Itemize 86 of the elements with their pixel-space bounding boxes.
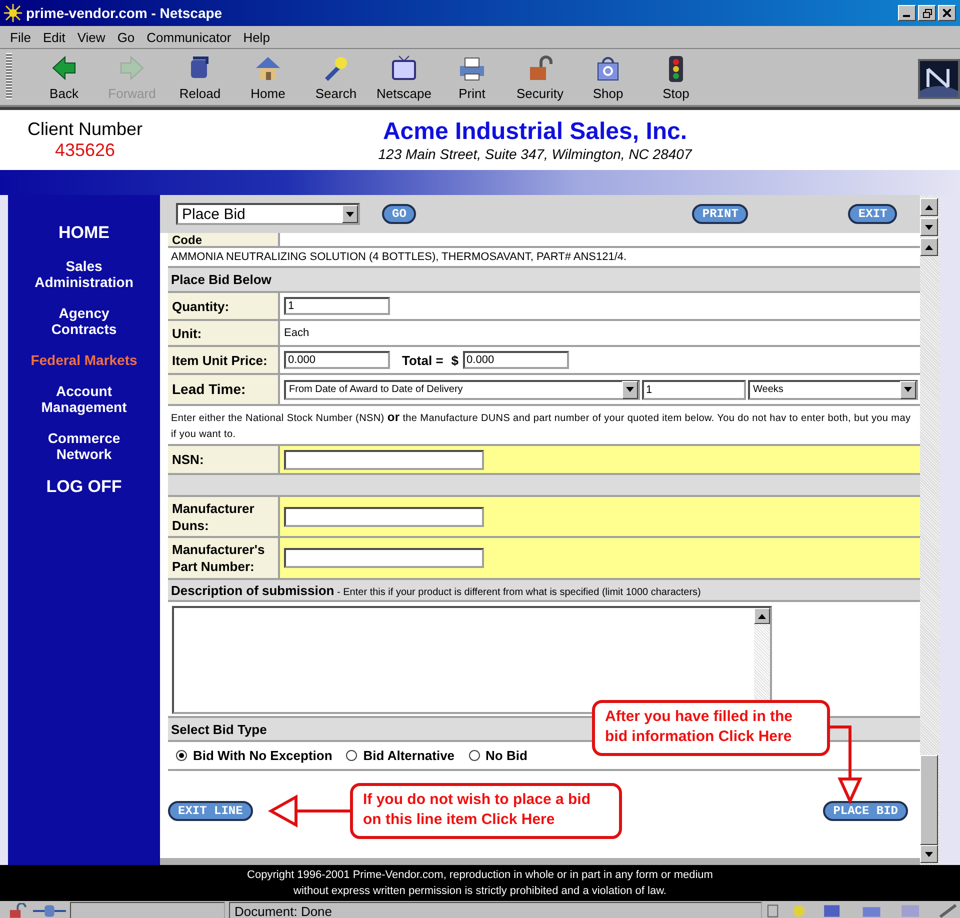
close-button[interactable]: [938, 5, 956, 21]
lead-time-dropdown[interactable]: From Date of Award to Date of Delivery: [284, 380, 640, 400]
restore-icon: [922, 8, 932, 18]
callout-text: After you have filled in the bid information Click Here: [592, 700, 830, 756]
field-label: Item Unit Price:: [172, 352, 268, 368]
period-dropdown[interactable]: Weeks: [748, 380, 918, 400]
toolbar-button[interactable]: Security: [506, 54, 574, 100]
menu-item[interactable]: Edit: [42, 30, 66, 44]
copyright-text: Copyright 1996-2001 Prime-Vendor.com, reproduction in whole or in part in any form or medium without express written permission is strictly prohibited and a violation of law.: [246, 868, 714, 899]
field-label: Code: [172, 234, 202, 246]
toolbar-button[interactable]: Shop: [574, 54, 642, 100]
toolbar-button[interactable]: Print: [438, 54, 506, 100]
instructions-text: Enter either the National Stock Number (NSN) or the Manufacture DUNS and part number of your quoted item below. You do not hav to enter both, but you may if you want to.: [170, 409, 912, 442]
total-label: Total =: [402, 352, 444, 368]
logo-icon: [918, 59, 960, 99]
caret-down-icon: [925, 224, 933, 230]
item-description: AMMONIA NEUTRALIZING SOLUTION (4 BOTTLES), THERMOSAVANT, PART# ANS121/4.: [171, 251, 627, 263]
field-label: Quantity:: [172, 298, 230, 314]
scrollbar[interactable]: [920, 195, 940, 865]
nav-link[interactable]: Sales Administration: [29, 258, 139, 290]
nav-link[interactable]: Agency Contracts: [29, 305, 139, 337]
status-text: Document: Done: [234, 904, 332, 918]
radio-label: Bid With No Exception: [193, 748, 332, 763]
company-name: Acme Industrial Sales, Inc.: [382, 118, 688, 146]
description-hint: Description of submission - Enter this if your product is different from what is specified (limit 1000 characters): [171, 582, 701, 598]
caret-down-icon: [925, 852, 933, 856]
close-icon: [943, 9, 951, 17]
radio-button[interactable]: [176, 750, 187, 761]
radio-label: Bid Alternative: [363, 748, 455, 763]
caret-up-icon: [758, 614, 766, 618]
toolbar-button[interactable]: Stop: [642, 54, 710, 100]
scroll-down-button[interactable]: [920, 845, 938, 863]
caret-up-icon: [925, 244, 933, 250]
nav-link[interactable]: LOG OFF: [29, 477, 139, 497]
scroll-up-button[interactable]: [920, 238, 938, 256]
currency-symbol: $: [451, 352, 459, 368]
menu-item[interactable]: Help: [243, 30, 270, 44]
scroll-down-button[interactable]: [920, 218, 938, 236]
unit-value: Each: [284, 327, 310, 339]
action-dropdown[interactable]: Place Bid: [176, 203, 360, 225]
scroll-up-button[interactable]: [920, 198, 938, 216]
section-title: Place Bid Below: [171, 272, 272, 287]
section-title: Select Bid Type: [171, 722, 267, 736]
nav-link[interactable]: HOME: [29, 223, 139, 243]
field-label: Manufacturer Duns:: [172, 500, 256, 534]
nav-link[interactable]: Federal Markets: [29, 352, 139, 368]
menu-item[interactable]: File: [10, 30, 31, 44]
caret-down-icon: [904, 387, 912, 392]
restore-button[interactable]: [918, 5, 936, 21]
radio-label: No Bid: [486, 748, 528, 763]
menu-item[interactable]: Go: [117, 30, 135, 44]
field-label: Manufacturer's Part Number:: [172, 541, 266, 575]
radio-button[interactable]: [346, 750, 358, 761]
toolbar-button[interactable]: Reload: [166, 54, 234, 100]
nsn-field[interactable]: [284, 450, 484, 470]
client-number-label: Client Number: [27, 119, 143, 140]
field-label: NSN:: [172, 451, 204, 468]
scroll-thumb[interactable]: [920, 755, 938, 845]
total-field[interactable]: 0.000: [462, 351, 569, 369]
toolbar-button[interactable]: Netscape: [370, 54, 438, 100]
part-number-field[interactable]: [284, 548, 484, 568]
minimize-button[interactable]: [898, 5, 916, 21]
field-label: Unit:: [172, 324, 202, 342]
window-title: prime-vendor.com - Netscape: [26, 5, 224, 21]
caret-down-icon: [626, 387, 634, 392]
quantity-field[interactable]: 1: [284, 297, 390, 315]
caret-up-icon: [925, 204, 933, 210]
padlock-icon: [8, 903, 30, 918]
menu-item[interactable]: View: [77, 30, 106, 44]
radio-button[interactable]: [468, 750, 480, 761]
menu-item[interactable]: Communicator: [146, 30, 232, 44]
sun-icon: [4, 4, 22, 22]
unit-price-field[interactable]: 0.000: [284, 351, 390, 369]
caret-down-icon: [346, 212, 354, 216]
toolbar-button[interactable]: Home: [234, 54, 302, 100]
field-label: Lead Time:: [172, 381, 246, 398]
lead-time-field[interactable]: 1: [642, 380, 746, 400]
plug-icon: [33, 904, 66, 918]
callout-text: If you do not wish to place a bid on this line item Click Here: [350, 783, 622, 839]
duns-field[interactable]: [284, 506, 484, 526]
nav-link[interactable]: Commerce Network: [29, 430, 139, 462]
company-address: 123 Main Street, Suite 347, Wilmington, NC 28407: [378, 146, 692, 162]
toolbar-button[interactable]: Back: [30, 54, 98, 100]
client-number: 435626: [54, 140, 116, 161]
nav-link[interactable]: Account Management: [29, 383, 139, 415]
toolbar-button[interactable]: Search: [302, 54, 370, 100]
